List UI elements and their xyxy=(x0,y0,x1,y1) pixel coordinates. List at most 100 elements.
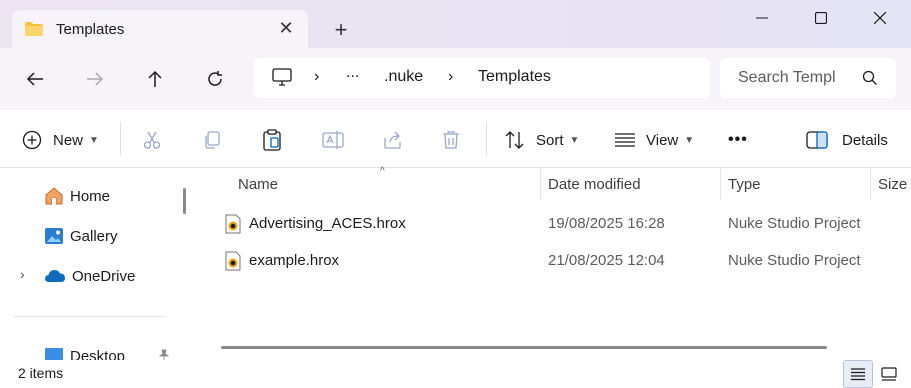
address-bar[interactable]: › ... .nuke › Templates xyxy=(254,58,710,98)
command-bar: New ▼ Sort ▼ View ▼ ••• Details xyxy=(0,110,911,168)
trash-icon xyxy=(443,131,459,149)
up-button[interactable] xyxy=(140,64,170,94)
delete-button[interactable] xyxy=(442,126,460,154)
title-bar: Templates ✕ + xyxy=(0,0,911,48)
new-label: New xyxy=(53,131,84,149)
close-window-button[interactable] xyxy=(860,4,900,32)
maximize-icon xyxy=(815,12,827,24)
sidebar-item-label: Home xyxy=(70,187,111,205)
refresh-button[interactable] xyxy=(200,64,230,94)
new-button[interactable]: New ▼ xyxy=(22,126,99,154)
column-header-name[interactable]: Name xyxy=(238,176,278,193)
sort-ascending-icon: ^ xyxy=(380,166,385,177)
column-header-size[interactable]: Size xyxy=(878,176,907,193)
divider xyxy=(120,122,121,156)
minimize-icon xyxy=(756,17,768,19)
minimize-button[interactable] xyxy=(742,4,782,32)
breadcrumb-templates[interactable]: Templates xyxy=(478,68,551,86)
sort-icon xyxy=(505,131,524,149)
arrow-right-icon xyxy=(87,72,104,86)
more-options-button[interactable]: ••• xyxy=(728,126,748,154)
rename-icon xyxy=(322,131,344,149)
cut-button[interactable] xyxy=(142,126,162,154)
tab-title: Templates xyxy=(56,20,125,38)
breadcrumb-chevron-icon[interactable]: › xyxy=(448,68,453,86)
breadcrumb-overflow[interactable]: ... xyxy=(346,64,359,82)
new-tab-button[interactable]: + xyxy=(330,19,352,42)
copy-icon xyxy=(205,131,220,149)
details-button[interactable]: Details xyxy=(806,126,888,154)
sidebar-item-home[interactable]: Home xyxy=(44,184,110,208)
expand-chevron-icon[interactable]: › xyxy=(20,266,25,282)
close-tab-icon[interactable]: ✕ xyxy=(278,19,294,37)
sort-label: Sort xyxy=(536,131,564,149)
share-icon xyxy=(384,131,401,149)
arrow-up-icon xyxy=(148,70,162,87)
column-divider[interactable] xyxy=(720,168,721,200)
column-divider[interactable] xyxy=(870,168,871,200)
sidebar-item-desktop[interactable]: Desktop xyxy=(44,344,125,360)
search-input[interactable]: Search Templ xyxy=(738,69,836,87)
paste-button[interactable] xyxy=(262,126,282,154)
item-count: 2 items xyxy=(18,365,64,381)
home-icon xyxy=(45,187,63,205)
forward-button[interactable] xyxy=(80,64,110,94)
breadcrumb-nuke[interactable]: .nuke xyxy=(384,68,423,86)
file-name: example.hrox xyxy=(249,252,340,269)
tab-templates[interactable]: Templates ✕ xyxy=(12,10,308,48)
sidebar-divider xyxy=(14,316,164,317)
details-label: Details xyxy=(842,131,888,149)
desktop-icon xyxy=(45,348,63,360)
more-icon: ••• xyxy=(728,131,748,148)
tiles-view-icon xyxy=(881,367,897,381)
search-box[interactable]: Search Templ xyxy=(720,58,896,98)
table-row[interactable]: example.hrox 21/08/2025 12:04 Nuke Studi… xyxy=(197,245,911,277)
column-header-type[interactable]: Type xyxy=(728,176,761,193)
navigation-pane: Home Gallery › OneDrive Desktop xyxy=(0,168,197,360)
status-bar: 2 items xyxy=(0,360,911,388)
view-icon xyxy=(615,133,635,147)
this-pc-icon[interactable] xyxy=(272,68,292,90)
sidebar-item-label: Gallery xyxy=(70,227,118,245)
navigation-bar: › ... .nuke › Templates Search Templ xyxy=(0,48,911,110)
column-header-date-modified[interactable]: Date modified xyxy=(548,176,641,193)
sidebar-scrollbar[interactable] xyxy=(183,188,186,214)
chevron-down-icon: ▼ xyxy=(684,134,695,146)
chevron-down-icon: ▼ xyxy=(89,134,99,146)
file-date-modified: 21/08/2025 12:04 xyxy=(548,252,665,269)
view-label: View xyxy=(646,131,679,149)
copy-button[interactable] xyxy=(202,126,222,154)
sidebar-item-label: OneDrive xyxy=(72,267,136,285)
file-list: ^ Name Date modified Type Size Advertisi… xyxy=(197,166,911,360)
arrow-left-icon xyxy=(26,72,43,86)
sidebar-item-gallery[interactable]: Gallery xyxy=(44,224,118,248)
table-row[interactable]: Advertising_ACES.hrox 19/08/2025 16:28 N… xyxy=(197,208,911,240)
share-button[interactable] xyxy=(382,126,404,154)
gallery-icon xyxy=(45,228,63,244)
hrox-file-icon xyxy=(225,214,241,234)
file-type: Nuke Studio Project xyxy=(728,252,861,269)
list-view-icon xyxy=(851,368,865,381)
scissors-icon xyxy=(143,131,161,149)
onedrive-icon xyxy=(45,270,65,282)
close-icon xyxy=(874,12,886,24)
sidebar-item-label: Desktop xyxy=(70,347,126,361)
sort-button[interactable]: Sort ▼ xyxy=(504,126,579,154)
horizontal-scrollbar[interactable] xyxy=(221,346,827,349)
search-icon[interactable] xyxy=(862,70,878,90)
sidebar-item-onedrive[interactable]: OneDrive xyxy=(44,264,135,288)
maximize-button[interactable] xyxy=(801,4,841,32)
chevron-down-icon: ▼ xyxy=(569,134,580,146)
details-view-button[interactable] xyxy=(843,360,873,388)
back-button[interactable] xyxy=(20,64,50,94)
refresh-icon xyxy=(208,71,222,86)
file-name: Advertising_ACES.hrox xyxy=(249,215,406,232)
column-divider[interactable] xyxy=(540,168,541,200)
breadcrumb-chevron-icon[interactable]: › xyxy=(314,68,319,86)
rename-button[interactable] xyxy=(322,126,344,154)
details-pane-icon xyxy=(806,131,828,149)
view-button[interactable]: View ▼ xyxy=(614,126,694,154)
clipboard-icon xyxy=(263,129,281,151)
file-date-modified: 19/08/2025 16:28 xyxy=(548,215,665,232)
tiles-view-button[interactable] xyxy=(874,360,904,388)
